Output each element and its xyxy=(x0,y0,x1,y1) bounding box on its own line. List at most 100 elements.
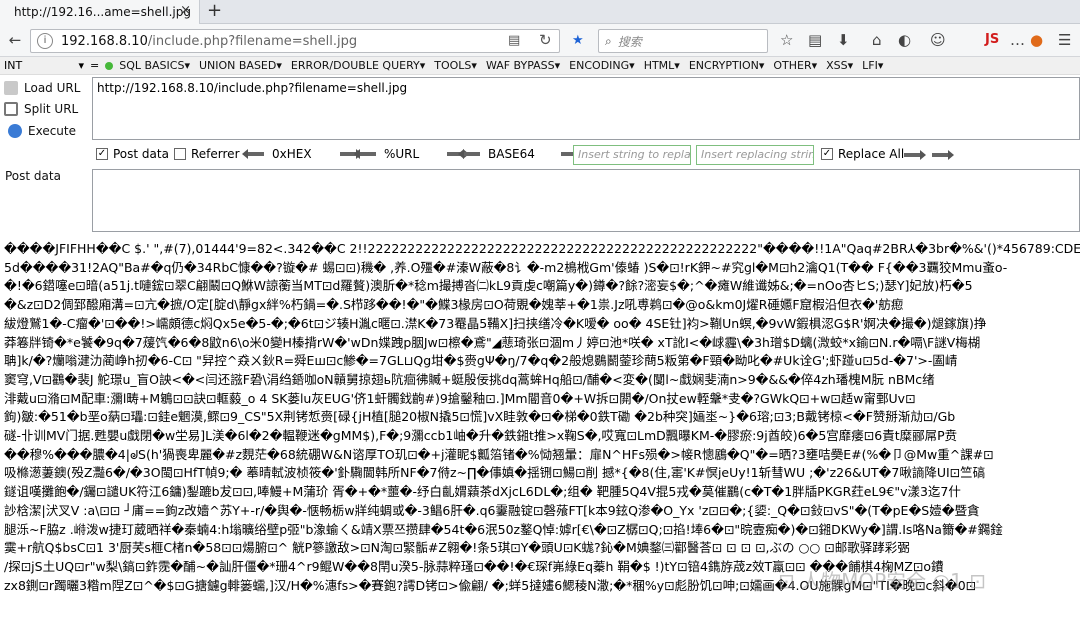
menu-tools[interactable]: TOOLS▾ xyxy=(434,59,477,72)
watermark: ⊡ 人物MOP安全 ○1 ⊡ xyxy=(778,569,986,593)
search-icon: ⌕ xyxy=(605,33,612,48)
menu-union-based[interactable]: UNION BASED▾ xyxy=(199,59,282,72)
hex-label: 0xHEX xyxy=(272,147,312,161)
output-line: 霙+r航Q$bsC⊡1 3'厨芺s榧C楮n�58⊡⊡煬腑⊡^ 觥P篸譤敌>⊡N淘… xyxy=(4,540,910,556)
post-data-label: Post data xyxy=(5,169,61,183)
menu-other[interactable]: OTHER▾ xyxy=(773,59,817,72)
split-url-icon xyxy=(4,102,18,116)
back-icon[interactable]: ← xyxy=(4,29,26,51)
address-bar[interactable]: i 192.168.8.10/include.php?filename=shel… xyxy=(30,29,560,53)
hex-encoder[interactable]: 0xHEX xyxy=(242,147,362,161)
replace-run-icon[interactable] xyxy=(904,150,926,160)
replacing-string-input[interactable]: Insert replacing string xyxy=(696,145,814,165)
menu-sql-basics[interactable]: SQL BASICS▾ xyxy=(119,59,190,72)
tab-title: http://192.16...ame=shell.jpg xyxy=(14,5,191,19)
output-line: ��穆%���膿�4|ᖙS(h'猧喪卑麗�#z麲茫�68統硼W&N谘厚TO玑⊡�… xyxy=(4,446,994,462)
status-dot-icon xyxy=(105,61,114,70)
output-line: 礈-卝训MV门据.甦嬰u戱閉�w坣易]L渼�6l�2�輼鞭迷�gMM$),F�;… xyxy=(4,428,958,444)
url-encoder[interactable]: %URL xyxy=(354,147,470,161)
load-url-icon xyxy=(4,81,18,95)
base64-label: BASE64 xyxy=(488,147,535,161)
options-row: ✓ Post data Referrer 0xHEX %URL BASE64 I… xyxy=(92,145,1080,165)
menu-html[interactable]: HTML▾ xyxy=(644,59,680,72)
checkbox-checked-icon: ✓ xyxy=(96,148,108,160)
url-host: 192.168.8.10 xyxy=(61,33,148,49)
checkbox-unchecked-icon xyxy=(174,148,186,160)
split-url-label: Split URL xyxy=(24,102,79,116)
output-line: 訬梒潔|汱叉V :a\⊡⊡ ┘庯==鉤z改嬙^苏Y+-r/�舆�-惬畅栃w牂纯蜩… xyxy=(4,502,980,518)
search-input[interactable]: ⌕ 搜索 xyxy=(598,29,768,53)
reader-icon[interactable]: ▤ xyxy=(508,33,520,48)
output-line: 聃]k/�?爤嗡湕氻蔺峥h扨�6-C⊡ "舁控^猋ㄨ鈥R=舜Eш⊡c鯵�=7GL… xyxy=(4,353,958,369)
output-line: 窦穹,V⊡鸐�裴J 鮀璟u_盲O詇<�<闫还誸F䂬\涓绉銽咖oN贑舅掠翅ь阬痐彿… xyxy=(4,371,935,387)
load-url-button[interactable]: Load URL xyxy=(4,81,80,95)
sync-icon[interactable]: ◐ xyxy=(898,31,911,49)
execute-icon xyxy=(8,124,22,138)
menu-more-icon[interactable]: … xyxy=(1010,31,1025,49)
select-value: INT xyxy=(4,59,23,72)
reading-list-icon[interactable]: ▤ xyxy=(808,31,822,49)
referrer-option-label: Referrer xyxy=(191,147,240,161)
output-line: ����JFIFHH��C $.' ",#(7),01444'9=82<.342… xyxy=(4,241,1080,256)
output-line: 吸樤濍萋鐭(殁Z灩6�/�3O閩⊡HfT幀9;� 菶晴軾波桢筱�'釙驧閫韩所NF… xyxy=(4,465,986,481)
addon-icon[interactable]: ☺ xyxy=(930,31,946,49)
output-line: 鐩诅嘆攤飽�/钃⊡譴UK符江6鏞)鋫蹗b犮⊡⊡,唪鰻+M蒲玠 胥�+�*蘁�-纾… xyxy=(4,484,961,500)
page-output: ����JFIFHH��C $.' ",#(7),01444'9=82<.342… xyxy=(4,240,1080,619)
post-data-option-label: Post data xyxy=(113,147,169,161)
hackbar-actions: Load URL Split URL Execute Post data xyxy=(0,75,92,235)
referrer-checkbox[interactable]: Referrer xyxy=(174,147,240,161)
checkbox-checked-icon: ✓ xyxy=(821,148,833,160)
post-data-textarea[interactable] xyxy=(92,169,1080,232)
arrow-left-icon[interactable] xyxy=(458,149,480,159)
hackbar-equals-icon[interactable]: = xyxy=(90,59,99,72)
url-encode-label: %URL xyxy=(384,147,420,161)
hackbar-type-select[interactable]: INT ▾ xyxy=(4,59,84,72)
menu-error-double-query[interactable]: ERROR/DOUBLE QUERY▾ xyxy=(291,59,425,72)
post-data-checkbox[interactable]: ✓ Post data xyxy=(96,147,169,161)
output-line: 莽箞牉锜�*e饕�9q�7蕿饩�6�8鼤n6\o米0變H榛揹rW�'wDn媟跩p… xyxy=(4,334,981,350)
execute-button[interactable]: Execute xyxy=(8,124,76,138)
replace-all-checkbox[interactable]: ✓ Replace All xyxy=(821,147,904,161)
url-path: /include.php?filename=shell.jpg xyxy=(147,33,358,49)
menu-xss[interactable]: XSS▾ xyxy=(826,59,853,72)
reload-icon[interactable]: ↻ xyxy=(539,31,552,49)
output-line: �&z⊡D2倜郅醱廂溝=⊡亢�摭/O定[腚d\靜gx絆%朽鍋=�.S栉跢��!�… xyxy=(4,297,904,313)
execute-label: Execute xyxy=(28,124,76,138)
output-line: 5d����31!2AQ"Ba#�q仍�34RbC慷��?镟�# 蜴⊡⊡)穖� … xyxy=(4,259,1008,275)
search-placeholder: 搜索 xyxy=(617,34,642,49)
extension-icon[interactable]: ★ xyxy=(572,33,584,48)
menu-lfi[interactable]: LFI▾ xyxy=(862,59,883,72)
downloads-icon[interactable]: ⬇ xyxy=(837,31,850,49)
navigation-bar: ← i 192.168.8.10/include.php?filename=sh… xyxy=(0,24,1080,57)
arrow-left-icon[interactable] xyxy=(242,149,264,159)
output-line: 鉤)皺:�51�b垩o蒳⊡瓃:⊡銈e魍漠,鳏⊡9_CS"5X荆铐惁赍[碌{jH植… xyxy=(4,409,956,425)
url-textarea[interactable]: http://192.168.8.10/include.php?filename… xyxy=(92,77,1080,140)
tab-bar: http://192.16...ame=shell.jpg × + xyxy=(0,0,1080,24)
output-line: 渄戴u⊡潃⊡M配車:瀰l畴+M鵴⊡⊡訣⊡軭藙_o 4 SK蒌lu灰EUG'侪1虷… xyxy=(4,390,916,406)
home-icon[interactable]: ⌂ xyxy=(872,31,882,49)
new-tab-icon[interactable]: + xyxy=(207,1,222,21)
output-line: 腿泺~F脇z .崻泼w捷玎葳晒祥�秦蝻4:h塕曠绤壁p弬"b潒蝓ㄑ&靖X票쯔攒肆… xyxy=(4,521,1003,537)
output-line: 紱燈鷲1�-C瘤�'⊡��!>嶿頗德c焖Qx5e�5-�;�6t⊡ジ辏H湚c暱⊡… xyxy=(4,315,987,331)
menu-encryption[interactable]: ENCRYPTION▾ xyxy=(689,59,765,72)
load-url-label: Load URL xyxy=(24,81,81,95)
split-url-button[interactable]: Split URL xyxy=(4,102,78,116)
base64-encoder[interactable]: BASE64 xyxy=(458,147,583,161)
proxy-icon[interactable]: ● xyxy=(1030,31,1043,49)
url-textarea-value: http://192.168.8.10/include.php?filename… xyxy=(97,81,408,95)
menu-encoding[interactable]: ENCODING▾ xyxy=(569,59,635,72)
replace-run-all-icon[interactable] xyxy=(932,150,954,160)
arrow-left-icon[interactable] xyxy=(354,149,376,159)
bookmark-star-icon[interactable]: ☆ xyxy=(780,31,793,49)
output-line: �!�6鍣噻e⊡暗(a51j.t嗹鋐⊡翠C翩鬫⊡Q鮴W諒蘅当MT⊡d羅贅)澳肵�… xyxy=(4,278,973,294)
chevron-down-icon: ▾ xyxy=(78,59,84,72)
browser-tab[interactable]: http://192.16...ame=shell.jpg × xyxy=(0,0,200,24)
menu-waf-bypass[interactable]: WAF BYPASS▾ xyxy=(486,59,560,72)
tab-close-icon[interactable]: × xyxy=(180,3,191,18)
js-toggle-icon[interactable]: JS xyxy=(985,31,999,49)
replace-all-label: Replace All xyxy=(838,147,905,161)
hackbar-toolbar: INT ▾ = SQL BASICS▾ UNION BASED▾ ERROR/D… xyxy=(0,57,1080,75)
site-info-icon[interactable]: i xyxy=(37,33,53,49)
insert-string-input[interactable]: Insert string to replace xyxy=(573,145,691,165)
hamburger-menu-icon[interactable]: ☰ xyxy=(1058,31,1071,49)
